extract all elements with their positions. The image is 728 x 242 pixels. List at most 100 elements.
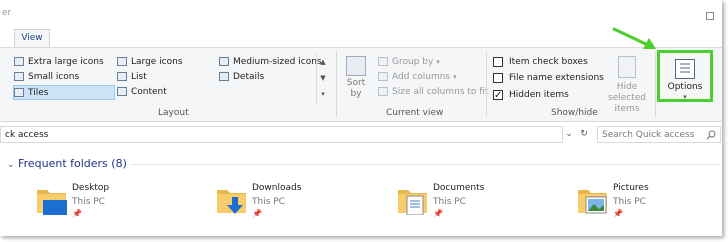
layout-item-label: Medium-sized icons (233, 57, 322, 67)
chevron-down-icon[interactable]: ▾ (660, 93, 710, 101)
pin-icon[interactable]: 📌 (252, 209, 262, 218)
sort-by-label-line1: Sort (346, 78, 366, 88)
expand-gallery-icon[interactable]: ▾ (317, 86, 329, 102)
folder-tile-desktop[interactable]: Desktop This PC 📌 (36, 181, 206, 221)
frequent-folders-header[interactable]: ⌄ Frequent folders (8) (7, 157, 127, 170)
search-icon[interactable] (706, 130, 716, 140)
item-check-boxes-checkbox[interactable] (493, 56, 503, 67)
folder-tile-documents[interactable]: Documents This PC 📌 (397, 181, 567, 221)
scroll-up-icon[interactable]: ▲ (317, 54, 329, 70)
explorer-window: er View Extra large icons Large icons Me… (0, 0, 728, 242)
item-check-boxes-toggle[interactable]: Item check boxes (493, 55, 588, 70)
folder-name: Desktop (72, 183, 110, 193)
folder-tile-downloads[interactable]: Downloads This PC 📌 (216, 181, 386, 221)
chevron-down-icon: ▾ (452, 73, 457, 81)
group-label-show-hide: Show/hide (551, 108, 598, 118)
folder-tile-pictures[interactable]: Pictures This PC 📌 (577, 181, 728, 221)
options-label: Options (667, 82, 703, 92)
hide-selected-items-button[interactable]: Hide selected items (598, 56, 656, 115)
address-dropdown-icon[interactable]: ⌄ (562, 127, 576, 142)
layout-item-label: Content (131, 87, 167, 97)
options-icon (675, 59, 695, 79)
separator (336, 51, 337, 117)
details-icon (219, 72, 229, 81)
address-bar-text: ck access (5, 130, 49, 140)
extra-large-icons-icon (14, 57, 24, 66)
chevron-down-icon: ▾ (436, 58, 440, 66)
scroll-down-icon[interactable]: ▼ (317, 70, 329, 86)
sort-by-button[interactable]: Sort by (345, 56, 367, 100)
layout-item-label: Details (233, 72, 265, 82)
refresh-icon[interactable]: ↻ (577, 127, 591, 142)
size-columns-label: Size all columns to fit (392, 87, 489, 97)
hide-selected-icon (618, 56, 636, 78)
desktop-folder-icon (37, 190, 67, 215)
layout-gallery-scroll[interactable]: ▲ ▼ ▾ (316, 54, 329, 104)
file-name-extensions-checkbox[interactable] (493, 72, 503, 83)
pin-icon[interactable]: 📌 (613, 209, 623, 218)
small-icons-icon (14, 72, 24, 81)
content-icon (117, 87, 127, 96)
folder-location: This PC (72, 197, 105, 207)
downloads-folder-icon (217, 190, 246, 214)
add-columns-button[interactable]: Add columns ▾ (378, 70, 457, 85)
hide-selected-label-line1: Hide selected (608, 82, 646, 103)
group-label-current-view: Current view (386, 108, 444, 118)
layout-list[interactable]: List (117, 70, 147, 85)
layout-tiles[interactable]: Tiles (13, 85, 115, 100)
pictures-folder-icon (578, 190, 607, 214)
maximize-icon[interactable] (706, 12, 714, 20)
file-name-extensions-toggle[interactable]: File name extensions (493, 71, 604, 86)
frequent-folders-title: Frequent folders (8) (18, 157, 127, 170)
options-button[interactable]: Options ▾ (657, 50, 713, 102)
layout-details[interactable]: Details (219, 70, 264, 85)
folder-location: This PC (613, 197, 646, 207)
annotation-arrow-icon (612, 27, 656, 49)
pin-icon[interactable]: 📌 (433, 209, 443, 218)
chevron-down-icon[interactable]: ⌄ (7, 160, 15, 170)
layout-item-label: Large icons (131, 57, 183, 67)
layout-extra-large-icons[interactable]: Extra large icons (14, 55, 104, 70)
pin-icon[interactable]: 📌 (72, 209, 82, 218)
checkbox-label: File name extensions (509, 73, 604, 83)
folder-location: This PC (433, 197, 466, 207)
folder-name: Downloads (252, 183, 302, 193)
search-placeholder: Search Quick access (602, 130, 695, 140)
list-icon (117, 72, 127, 81)
sort-by-label-line2: by (350, 89, 362, 99)
layout-medium-icons[interactable]: Medium-sized icons (219, 55, 322, 70)
window-title: er (2, 8, 12, 18)
layout-item-label: Tiles (28, 88, 49, 98)
address-bar[interactable]: ck access (0, 126, 563, 143)
group-by-button[interactable]: Group by ▾ (378, 55, 440, 70)
ribbon: Extra large icons Large icons Medium-siz… (0, 47, 722, 122)
hidden-items-checkbox[interactable] (493, 88, 503, 103)
tab-view[interactable]: View (14, 29, 50, 47)
size-columns-icon (378, 87, 388, 96)
layout-item-label: Small icons (28, 72, 80, 82)
group-by-label: Group by (392, 57, 434, 67)
folder-location: This PC (252, 197, 285, 207)
layout-small-icons[interactable]: Small icons (14, 70, 79, 85)
size-columns-button[interactable]: Size all columns to fit (378, 85, 489, 100)
medium-icons-icon (219, 57, 229, 66)
group-by-icon (378, 57, 388, 66)
folder-name: Documents (433, 183, 485, 193)
separator (486, 51, 487, 117)
add-columns-label: Add columns (392, 72, 451, 82)
title-bar: er (0, 0, 722, 22)
search-box[interactable]: Search Quick access (597, 126, 721, 143)
hidden-items-toggle[interactable]: Hidden items (493, 88, 569, 103)
checkbox-label: Item check boxes (509, 57, 588, 67)
layout-item-label: Extra large icons (28, 57, 104, 67)
layout-item-label: List (131, 72, 147, 82)
separator (655, 51, 656, 117)
layout-large-icons[interactable]: Large icons (117, 55, 183, 70)
checkbox-label: Hidden items (509, 90, 569, 100)
layout-content[interactable]: Content (117, 85, 167, 100)
folder-name: Pictures (613, 183, 649, 193)
add-columns-icon (378, 72, 388, 81)
hide-selected-label-line2: items (614, 104, 640, 114)
section-divider (130, 164, 720, 165)
documents-folder-icon (398, 190, 427, 215)
